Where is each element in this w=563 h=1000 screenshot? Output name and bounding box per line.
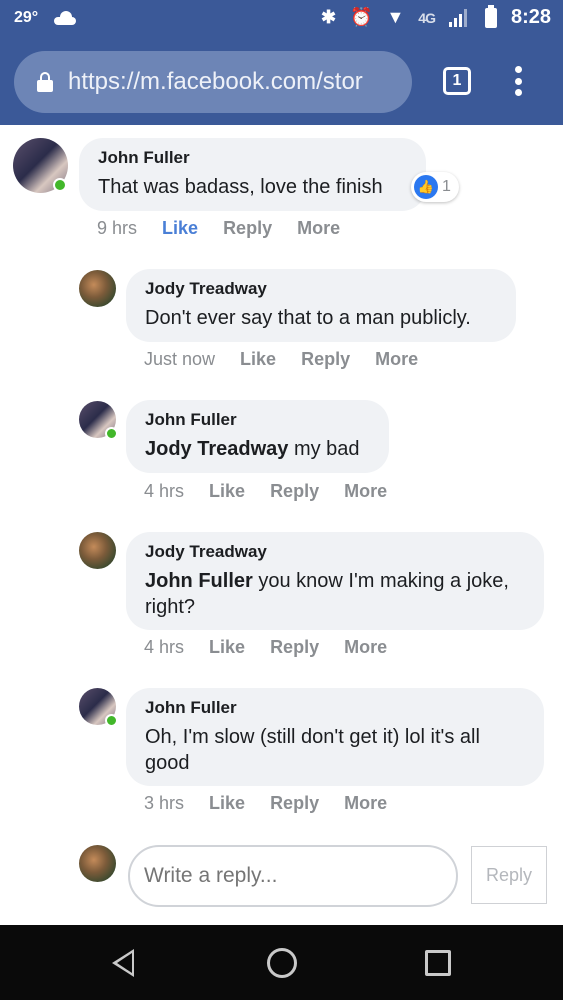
more-button[interactable]: More <box>344 793 387 814</box>
like-count: 1 <box>442 178 451 195</box>
comment-body: my bad <box>288 438 360 460</box>
comment-author[interactable]: Jody Treadway <box>145 542 525 562</box>
temperature: 29° <box>14 9 39 26</box>
alarm-icon: ⏰ <box>350 7 373 27</box>
comment-time[interactable]: 3 hrs <box>144 793 184 814</box>
reply-button[interactable]: Reply <box>223 218 272 239</box>
back-icon[interactable] <box>112 949 134 977</box>
online-indicator <box>105 427 118 440</box>
online-indicator <box>53 178 67 192</box>
comment-text: Don't ever say that to a man publicly. <box>145 307 471 329</box>
more-button[interactable]: More <box>297 218 340 239</box>
online-indicator <box>105 714 118 727</box>
comment-bubble: John Fuller Oh, I'm slow (still don't ge… <box>126 688 544 786</box>
wifi-icon: ▼ <box>386 7 405 27</box>
avatar[interactable] <box>79 532 116 569</box>
url-bar[interactable]: https://m.facebook.com/stor <box>14 51 412 113</box>
reply-button[interactable]: Reply <box>270 481 319 502</box>
more-button[interactable]: More <box>375 349 418 370</box>
comment-bubble: Jody Treadway Don't ever say that to a m… <box>126 269 516 342</box>
home-icon[interactable] <box>267 948 297 978</box>
my-avatar <box>79 845 116 882</box>
avatar[interactable] <box>79 270 116 307</box>
comment-bubble: John Fuller That was badass, love the fi… <box>79 138 426 211</box>
signal-icon <box>448 8 471 27</box>
reply-button[interactable]: Reply <box>270 637 319 658</box>
comment-actions: 9 hrs Like Reply More <box>97 218 340 239</box>
reply-button[interactable]: Reply <box>270 793 319 814</box>
recent-apps-icon[interactable] <box>425 950 451 976</box>
comment-author[interactable]: John Fuller <box>145 698 525 718</box>
comment-text: That was badass, love the finish <box>98 176 383 198</box>
comment-time[interactable]: Just now <box>144 349 215 370</box>
like-button[interactable]: Like <box>240 349 276 370</box>
comment-author[interactable]: John Fuller <box>145 410 370 430</box>
comment-bubble: John Fuller Jody Treadway my bad <box>126 400 389 473</box>
reply-input[interactable] <box>128 845 458 907</box>
like-button[interactable]: Like <box>209 793 245 814</box>
lock-icon <box>36 72 54 92</box>
clock: 8:28 <box>510 6 551 28</box>
navigation-bar <box>0 925 563 1000</box>
comment-text: Oh, I'm slow (still don't get it) lol it… <box>145 726 480 774</box>
like-button[interactable]: Like <box>209 637 245 658</box>
comment-bubble: Jody Treadway John Fuller you know I'm m… <box>126 532 544 630</box>
comment-actions: 4 hrs Like Reply More <box>144 481 387 502</box>
comment-text: John Fuller you know I'm making a joke, … <box>145 568 525 620</box>
url-text: https://m.facebook.com/stor <box>68 68 363 95</box>
network-type: 4G <box>418 9 436 26</box>
like-button[interactable]: Like <box>162 218 198 239</box>
mention-link[interactable]: John Fuller <box>145 570 253 592</box>
like-button[interactable]: Like <box>209 481 245 502</box>
tab-switcher-button[interactable]: 1 <box>443 67 471 95</box>
reply-button[interactable]: Reply <box>301 349 350 370</box>
like-count-badge[interactable]: 👍 1 <box>411 172 459 202</box>
overflow-menu-icon[interactable] <box>512 66 524 96</box>
cloud-icon <box>52 11 78 25</box>
bluetooth-icon: ✱ <box>320 7 337 27</box>
browser-header: 29° ✱ ⏰ ▼ 4G 8:28 https://m.facebook.com… <box>0 0 563 125</box>
comment-time[interactable]: 4 hrs <box>144 637 184 658</box>
mention-link[interactable]: Jody Treadway <box>145 438 288 460</box>
comment-text: Jody Treadway my bad <box>145 436 370 462</box>
comment-author[interactable]: Jody Treadway <box>145 279 497 299</box>
battery-icon <box>484 4 497 28</box>
more-button[interactable]: More <box>344 481 387 502</box>
thumbs-up-icon: 👍 <box>414 175 438 199</box>
comment-time[interactable]: 9 hrs <box>97 218 137 239</box>
comment-actions: 4 hrs Like Reply More <box>144 637 387 658</box>
comment-actions: 3 hrs Like Reply More <box>144 793 387 814</box>
comment-time[interactable]: 4 hrs <box>144 481 184 502</box>
comment-actions: Just now Like Reply More <box>144 349 418 370</box>
more-button[interactable]: More <box>344 637 387 658</box>
comment-author[interactable]: John Fuller <box>98 148 407 168</box>
reply-submit-button[interactable]: Reply <box>471 846 547 904</box>
status-bar: 29° ✱ ⏰ ▼ 4G 8:28 <box>0 0 563 40</box>
